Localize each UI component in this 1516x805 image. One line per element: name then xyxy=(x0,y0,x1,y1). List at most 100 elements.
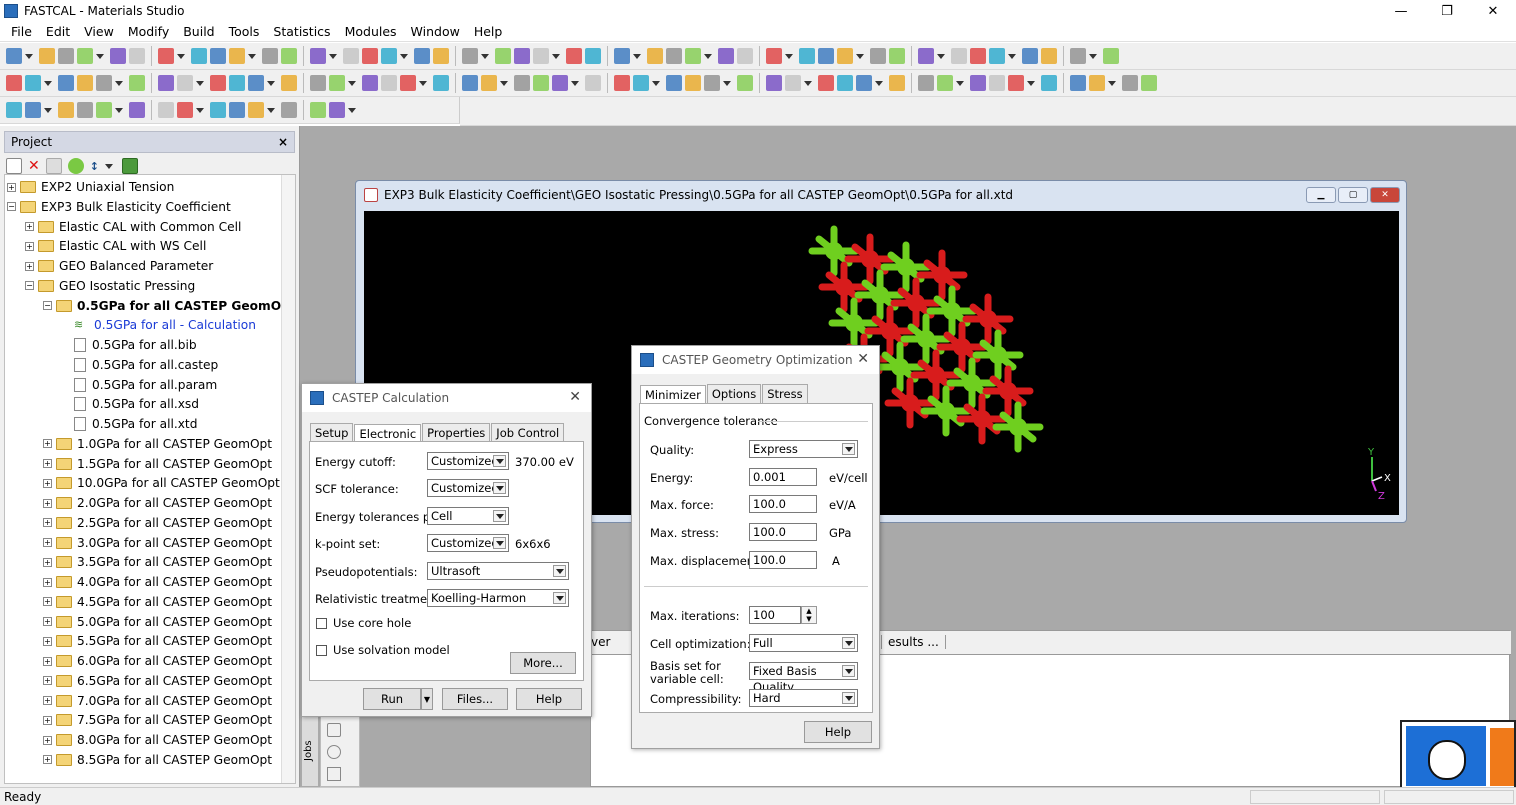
tree-item[interactable]: +5.5GPa for all CASTEP GeomOpt xyxy=(43,631,272,651)
max-force-input[interactable]: 100.0 xyxy=(749,495,817,513)
toolbar-button-icon[interactable] xyxy=(281,75,297,91)
menu-edit[interactable]: Edit xyxy=(39,24,77,39)
toolbar-button-icon[interactable] xyxy=(96,102,112,118)
toolbar-button-icon[interactable] xyxy=(462,75,478,91)
expand-icon[interactable]: + xyxy=(43,696,52,705)
expand-icon[interactable]: + xyxy=(7,182,16,192)
toolbar-button-icon[interactable] xyxy=(1008,75,1024,91)
energy-input[interactable]: 0.001 xyxy=(749,468,817,486)
toolbar-dropdown-icon[interactable] xyxy=(652,80,660,86)
toolbar-button-icon[interactable] xyxy=(229,48,245,64)
menu-modify[interactable]: Modify xyxy=(121,24,176,39)
toolbar-button-icon[interactable] xyxy=(1041,75,1057,91)
toolbar-button-icon[interactable] xyxy=(666,48,682,64)
toolbar-button-icon[interactable] xyxy=(718,48,734,64)
toolbar-button-icon[interactable] xyxy=(58,102,74,118)
tree-item[interactable]: +5.0GPa for all CASTEP GeomOpt xyxy=(43,612,272,632)
toolbar-button-icon[interactable] xyxy=(6,102,22,118)
menu-file[interactable]: File xyxy=(4,24,39,39)
toolbar-button-icon[interactable] xyxy=(552,75,568,91)
castep-help-button[interactable]: Help xyxy=(516,688,582,710)
toolbar-button-icon[interactable] xyxy=(158,75,174,91)
quality-select[interactable]: Express xyxy=(749,440,858,458)
tree-item[interactable]: +7.0GPa for all CASTEP GeomOpt xyxy=(43,691,272,711)
relativistic-treatment-select[interactable]: Koelling-Harmon xyxy=(427,589,569,607)
toolbar-dropdown-icon[interactable] xyxy=(875,80,883,86)
toolbar-button-icon[interactable] xyxy=(970,48,986,64)
toolbar-button-icon[interactable] xyxy=(158,102,174,118)
toolbar-button-icon[interactable] xyxy=(96,75,112,91)
jobs-strip[interactable]: Jobs xyxy=(301,712,319,787)
toolbar-button-icon[interactable] xyxy=(1141,75,1157,91)
toolbar-dropdown-icon[interactable] xyxy=(704,53,712,59)
scf-tolerance-select[interactable]: Customized xyxy=(427,479,509,497)
toolbar-dropdown-icon[interactable] xyxy=(785,53,793,59)
toolbar-button-icon[interactable] xyxy=(329,102,345,118)
toolbar-button-icon[interactable] xyxy=(647,48,663,64)
toolbar-button-icon[interactable] xyxy=(799,48,815,64)
expand-icon[interactable]: + xyxy=(25,261,34,271)
run-button[interactable]: Run xyxy=(363,688,421,710)
more-button[interactable]: More... xyxy=(510,652,576,674)
menu-tools[interactable]: Tools xyxy=(222,24,267,39)
doc-maximize-button[interactable]: ▢ xyxy=(1338,187,1368,203)
toolbar-button-icon[interactable] xyxy=(110,48,126,64)
menu-help[interactable]: Help xyxy=(467,24,510,39)
energy-cutoff-select[interactable]: Customized xyxy=(427,452,509,470)
tree-item[interactable]: +1.5GPa for all CASTEP GeomOpt xyxy=(43,454,272,474)
toolbar-button-icon[interactable] xyxy=(989,48,1005,64)
tab-options[interactable]: Options xyxy=(706,384,762,403)
toolbar-button-icon[interactable] xyxy=(6,48,22,64)
toolbar-button-icon[interactable] xyxy=(585,75,601,91)
toolbar-button-icon[interactable] xyxy=(566,48,582,64)
toolbar-button-icon[interactable] xyxy=(129,102,145,118)
toolbar-dropdown-icon[interactable] xyxy=(633,53,641,59)
lower-tab-left[interactable]: ver xyxy=(591,635,610,649)
toolbar-button-icon[interactable] xyxy=(870,48,886,64)
lower-tab-results[interactable]: esults ... xyxy=(881,635,946,649)
toolbar-button-icon[interactable] xyxy=(362,75,378,91)
toolbar-button-icon[interactable] xyxy=(495,48,511,64)
toolbar-dropdown-icon[interactable] xyxy=(804,80,812,86)
tree-item[interactable]: − 0.5GPa for all CASTEP GeomOpt xyxy=(43,296,295,316)
tree-item[interactable]: + GEO Balanced Parameter xyxy=(25,256,213,276)
tree-item[interactable]: +8.5GPa for all CASTEP GeomOpt xyxy=(43,750,272,770)
toolbar-dropdown-icon[interactable] xyxy=(419,80,427,86)
expand-icon[interactable]: + xyxy=(43,459,52,468)
menu-window[interactable]: Window xyxy=(404,24,467,39)
toolbar-dropdown-icon[interactable] xyxy=(177,53,185,59)
toolbar-dropdown-icon[interactable] xyxy=(856,53,864,59)
use-core-hole-checkbox[interactable] xyxy=(316,618,327,629)
toolbar-button-icon[interactable] xyxy=(191,48,207,64)
toolbar-button-icon[interactable] xyxy=(937,75,953,91)
new-folder-icon[interactable] xyxy=(6,158,22,174)
toolbar-button-icon[interactable] xyxy=(766,75,782,91)
toolbar-button-icon[interactable] xyxy=(58,48,74,64)
doc-close-button[interactable]: ✕ xyxy=(1370,187,1400,203)
toolbar-dropdown-icon[interactable] xyxy=(1108,80,1116,86)
expand-icon[interactable]: + xyxy=(43,656,52,666)
toolbar-button-icon[interactable] xyxy=(951,48,967,64)
files-button[interactable]: Files... xyxy=(442,688,508,710)
collapse-icon[interactable]: − xyxy=(7,202,16,212)
toolbar-button-icon[interactable] xyxy=(666,75,682,91)
toolbar-button-icon[interactable] xyxy=(462,48,478,64)
toolbar-button-icon[interactable] xyxy=(889,75,905,91)
tree-item[interactable]: +3.0GPa for all CASTEP GeomOpt xyxy=(43,533,272,553)
toolbar-dropdown-icon[interactable] xyxy=(44,107,52,113)
toolbar-button-icon[interactable] xyxy=(248,75,264,91)
max-stress-input[interactable]: 100.0 xyxy=(749,523,817,541)
expand-icon[interactable]: + xyxy=(43,715,52,725)
project-close-icon[interactable]: × xyxy=(278,135,288,149)
toolbar-button-icon[interactable] xyxy=(248,102,264,118)
toolbar-button-icon[interactable] xyxy=(685,48,701,64)
expand-icon[interactable]: + xyxy=(25,222,34,231)
expand-icon[interactable]: + xyxy=(43,676,52,686)
toolbar-dropdown-icon[interactable] xyxy=(481,53,489,59)
toolbar-dropdown-icon[interactable] xyxy=(937,53,945,59)
toolbar-button-icon[interactable] xyxy=(400,75,416,91)
toolbar-button-icon[interactable] xyxy=(433,75,449,91)
geomopt-dialog-close-icon[interactable]: ✕ xyxy=(857,351,869,367)
toolbar-button-icon[interactable] xyxy=(633,75,649,91)
toolbar-button-icon[interactable] xyxy=(704,75,720,91)
